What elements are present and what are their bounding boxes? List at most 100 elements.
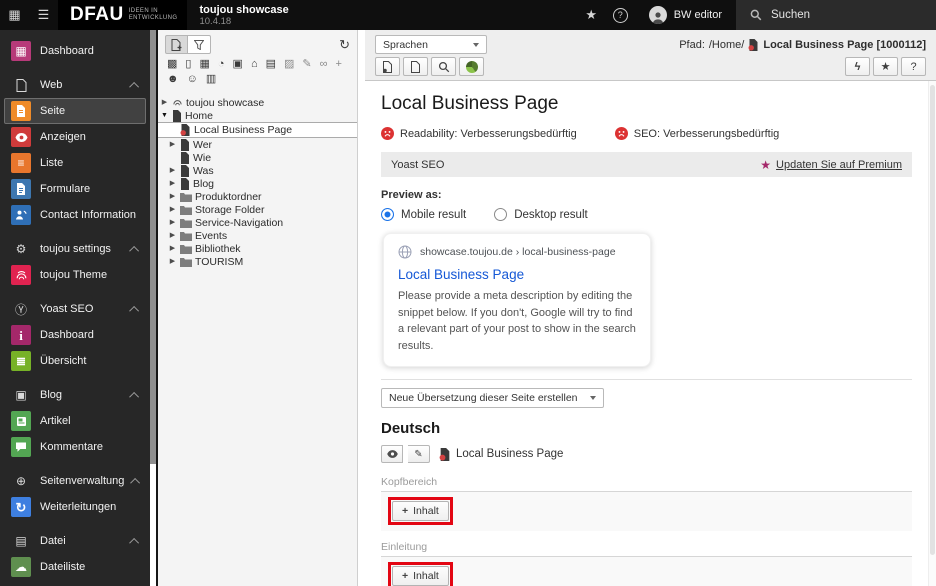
backend-section-icon[interactable]: ▦ [199, 59, 209, 70]
visibility-button[interactable] [381, 445, 403, 463]
expand-icon[interactable]: ▶ [168, 141, 177, 148]
tree-item-wer[interactable]: ▶ Wer [158, 138, 357, 151]
tree-item-service-navigation[interactable]: ▶ Service-Navigation [158, 216, 357, 229]
shop-page-icon[interactable]: ⌂ [251, 59, 258, 70]
search-button[interactable] [431, 57, 456, 76]
bookmark-star-icon: ★ [585, 7, 598, 22]
expand-icon[interactable]: ▶ [168, 219, 177, 226]
dfau-logo[interactable]: DFAU IDEEN IN ENTWICKLUNG [58, 0, 188, 30]
sidebar-section-toujou-settings[interactable]: ⚙ toujou settings [4, 236, 146, 262]
tree-item-events[interactable]: ▶ Events [158, 229, 357, 242]
snippet-title[interactable]: Local Business Page [398, 267, 636, 282]
content-scrollbar-thumb[interactable] [930, 85, 935, 555]
expand-icon[interactable]: ▶ [168, 258, 177, 265]
sidebar-item-toujou-theme[interactable]: toujou Theme [4, 262, 146, 288]
page-users-icon [172, 109, 182, 122]
sidebar-item-contact-information[interactable]: Contact Information [4, 202, 146, 228]
sidebar-section-blog[interactable]: ▣ Blog [4, 382, 146, 408]
sidebar-scrollbar-thumb[interactable] [150, 30, 156, 464]
expand-icon[interactable]: ▶ [160, 99, 169, 106]
sidebar-item-liste[interactable]: ≡ Liste [4, 150, 146, 176]
radio-icon [494, 208, 508, 221]
folder-icon [180, 205, 192, 215]
sidebar-item-dateiliste[interactable]: ☁ Dateiliste [4, 554, 146, 580]
sidebar-section-web[interactable]: Web [4, 72, 146, 98]
note-icon[interactable]: ✎ [302, 59, 311, 70]
sidebar-item-weiterleitungen[interactable]: ↻ Weiterleitungen [4, 494, 146, 520]
bookmark-button[interactable]: ★ [873, 57, 898, 76]
sidebar-section-yoast-seo[interactable]: Ⓨ Yoast SEO [4, 296, 146, 322]
bookmark-button[interactable]: ★ [577, 0, 606, 30]
tree-item-local-business-page[interactable]: Local Business Page [158, 122, 357, 138]
sidebar-item-dashboard[interactable]: ▦ Dashboard [4, 38, 146, 64]
panel-resize-handle[interactable] [358, 30, 365, 586]
topbar-search[interactable]: Suchen [736, 0, 936, 30]
page-tree-toggle-button[interactable]: ☰ [29, 0, 58, 30]
sidebar-item-formulare[interactable]: Formulare [4, 176, 146, 202]
tree-item-storage-folder[interactable]: ▶ Storage Folder [158, 203, 357, 216]
media-icon[interactable]: ▥ [206, 74, 216, 85]
expand-icon[interactable]: ▶ [168, 193, 177, 200]
new-translation-select[interactable]: Neue Übersetzung dieser Seite erstellen [381, 388, 604, 408]
shortcut-icon[interactable]: ◔ [218, 59, 225, 70]
sidebar-item-artikel[interactable]: Artikel [4, 408, 146, 434]
tree-item-bibliothek[interactable]: ▶ Bibliothek [158, 242, 357, 255]
help-button[interactable]: ? [606, 0, 635, 30]
tree-item-was[interactable]: ▶ Was [158, 164, 357, 177]
sidebar-item-uebersicht[interactable]: ≣ Übersicht [4, 348, 146, 374]
expand-icon[interactable]: ▶ [168, 245, 177, 252]
yoast-button[interactable] [459, 57, 484, 76]
mobile-result-radio[interactable]: Mobile result [381, 208, 466, 221]
sidebar-item-seite[interactable]: Seite [4, 98, 146, 124]
user-menu[interactable]: BW editor [635, 0, 736, 30]
tree-item-home[interactable]: ▼ Home [158, 109, 357, 122]
tree-item-toujou-showcase[interactable]: ▶ toujou showcase [158, 96, 357, 109]
expand-icon[interactable]: ▶ [168, 180, 177, 187]
mountpoint-icon[interactable]: ▣ [233, 59, 243, 70]
page-users-icon[interactable]: ▩ [167, 59, 177, 70]
expand-icon[interactable]: ▶ [168, 232, 177, 239]
google-snippet-preview[interactable]: showcase.toujou.de › local-business-page… [383, 233, 651, 367]
expand-icon[interactable]: ▶ [168, 167, 177, 174]
edit-button[interactable]: ✎ [408, 445, 430, 463]
module-menu: ▦ Dashboard Web Seite Anzeigen ≡ Liste F… [0, 30, 150, 586]
overview-icon: ≣ [11, 351, 31, 371]
sidebar-scrollbar[interactable] [150, 30, 156, 586]
banner-icon[interactable]: ▤ [266, 59, 276, 70]
tree-item-blog[interactable]: ▶ Blog [158, 177, 357, 190]
collapse-icon[interactable]: ▼ [160, 112, 169, 119]
tree-item-wie[interactable]: Wie [158, 151, 357, 164]
sidebar-section-datei[interactable]: ▤ Datei [4, 528, 146, 554]
help-button[interactable]: ? [901, 57, 926, 76]
topbar: ▦ ☰ DFAU IDEEN IN ENTWICKLUNG toujou show… [0, 0, 936, 30]
page-history-button[interactable] [375, 57, 400, 76]
chevron-up-icon [129, 391, 140, 402]
sidebar-item-anzeigen[interactable]: Anzeigen [4, 124, 146, 150]
language-select[interactable]: Sprachen [375, 35, 487, 54]
sidebar-section-seitenverwaltung[interactable]: ⊕ Seitenverwaltung [4, 468, 146, 494]
refresh-icon[interactable]: ↻ [339, 37, 350, 53]
tree-item-produktordner[interactable]: ▶ Produktordner [158, 190, 357, 203]
clear-cache-button[interactable]: ϟ [845, 57, 870, 76]
expand-icon[interactable]: ▶ [168, 206, 177, 213]
new-page-button[interactable] [165, 35, 188, 54]
spacer-icon[interactable]: + [335, 59, 341, 70]
users-icon[interactable]: ☻ [167, 74, 179, 85]
filter-button[interactable] [188, 35, 211, 54]
page-icon[interactable]: ▯ [185, 59, 191, 70]
link-icon[interactable]: ∞ [320, 59, 328, 70]
add-content-button[interactable]: + Inhalt [392, 501, 449, 521]
page-tree-panel: ↻ ▩ ▯ ▦ ◔ ▣ ⌂ ▤ ▨ ✎ ∞ + ☻ ☺ ▥ ▶ toujou s… [158, 30, 358, 586]
add-content-button[interactable]: + Inhalt [392, 566, 449, 586]
sidebar-item-kommentare[interactable]: Kommentare [4, 434, 146, 460]
folder-icon[interactable]: ▨ [284, 59, 294, 70]
page-button[interactable] [403, 57, 428, 76]
sidebar-item-yoast-dashboard[interactable]: i Dashboard [4, 322, 146, 348]
premium-upgrade-link[interactable]: ★ Updaten Sie auf Premium [760, 158, 902, 172]
user-icon[interactable]: ☺ [187, 74, 198, 85]
content-scrollbar[interactable] [928, 81, 936, 586]
desktop-result-radio[interactable]: Desktop result [494, 208, 588, 221]
file-icon: ▤ [15, 534, 27, 548]
tree-item-tourism[interactable]: ▶ TOURISM [158, 255, 357, 268]
modules-toggle-button[interactable]: ▦ [0, 0, 29, 30]
